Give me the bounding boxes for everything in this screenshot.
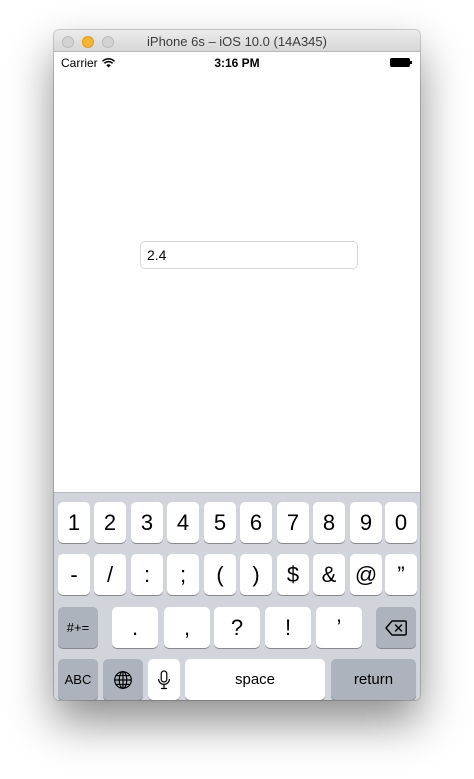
key-5[interactable]: 5: [204, 502, 236, 543]
battery-icon: [390, 58, 412, 67]
dictation-key[interactable]: [148, 659, 180, 700]
globe-icon: [114, 670, 132, 689]
status-time: 3:16 PM: [214, 56, 260, 70]
window-title: iPhone 6s – iOS 10.0 (14A345): [147, 34, 327, 49]
abc-key[interactable]: ABC: [58, 659, 98, 700]
status-bar: Carrier 3:16 PM: [54, 52, 420, 72]
key-3[interactable]: 3: [131, 502, 163, 543]
key-quote[interactable]: ”: [385, 554, 417, 595]
number-text-field[interactable]: [140, 241, 358, 269]
key-9[interactable]: 9: [350, 502, 382, 543]
key-1[interactable]: 1: [58, 502, 90, 543]
key-at[interactable]: @: [350, 554, 382, 595]
globe-key[interactable]: [103, 659, 143, 700]
key-semicolon[interactable]: ;: [167, 554, 199, 595]
microphone-icon: [158, 669, 170, 689]
key-comma[interactable]: ,: [164, 607, 210, 648]
app-content: [54, 72, 420, 492]
symbols-toggle-key[interactable]: #+=: [58, 607, 98, 648]
key-exclamation[interactable]: !: [265, 607, 311, 648]
key-8[interactable]: 8: [313, 502, 345, 543]
simulator-window: iPhone 6s – iOS 10.0 (14A345) Carrier 3:…: [54, 30, 420, 700]
return-key[interactable]: return: [331, 659, 416, 700]
key-4[interactable]: 4: [167, 502, 199, 543]
key-hyphen[interactable]: -: [58, 554, 90, 595]
title-bar: iPhone 6s – iOS 10.0 (14A345): [54, 30, 420, 52]
key-question[interactable]: ?: [214, 607, 260, 648]
backspace-key[interactable]: [376, 607, 416, 648]
backspace-icon: [385, 619, 407, 636]
key-slash[interactable]: /: [94, 554, 126, 595]
key-7[interactable]: 7: [277, 502, 309, 543]
key-period[interactable]: .: [112, 607, 158, 648]
key-colon[interactable]: :: [131, 554, 163, 595]
key-dollar[interactable]: $: [277, 554, 309, 595]
key-0[interactable]: 0: [385, 502, 417, 543]
space-key[interactable]: space: [185, 659, 325, 700]
key-2[interactable]: 2: [94, 502, 126, 543]
key-6[interactable]: 6: [240, 502, 272, 543]
key-apostrophe[interactable]: ’: [316, 607, 362, 648]
key-open-paren[interactable]: (: [204, 554, 236, 595]
keyboard: 1 2 3 4 5 6 7 8 9 0 - / : ; ( ) $ & @ ” …: [54, 492, 420, 700]
key-close-paren[interactable]: ): [240, 554, 272, 595]
key-ampersand[interactable]: &: [313, 554, 345, 595]
